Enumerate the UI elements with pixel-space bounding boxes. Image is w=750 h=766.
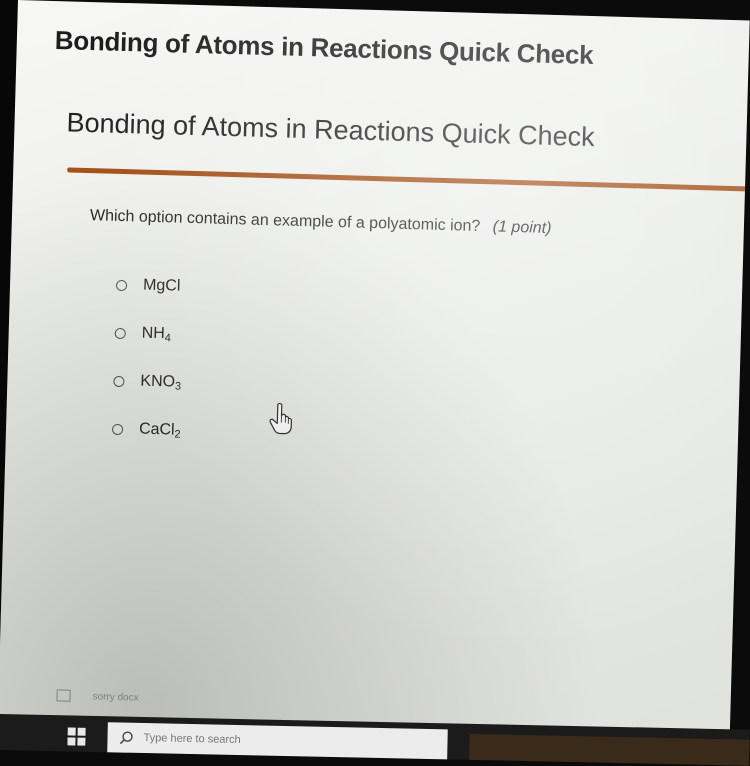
answer-label: KNO3 [140,372,181,392]
answer-option-mgcl[interactable]: MgCl [115,261,185,311]
answer-options: MgCl NH4 KNO3 CaCl2 [111,261,185,455]
windows-start-icon[interactable] [67,727,85,745]
document-icon [56,689,70,701]
taskbar-search-box[interactable]: Type here to search [107,722,448,759]
question-text: Which option contains an example of a po… [90,207,481,235]
radio-button[interactable] [113,375,124,386]
hand-pointer-icon [268,402,295,435]
radio-button[interactable] [115,327,126,338]
footer-note-text: sorry docx [92,691,138,703]
radio-button[interactable] [112,423,123,434]
answer-label: NH4 [141,324,171,344]
quiz-title: Bonding of Atoms in Reactions Quick Chec… [66,107,595,153]
answer-option-cacl2[interactable]: CaCl2 [111,405,181,455]
browser-viewport: Bonding of Atoms in Reactions Quick Chec… [0,0,750,755]
footer-note: sorry docx [56,689,138,703]
question-points: (1 point) [493,218,552,237]
radio-button[interactable] [116,279,127,290]
taskbar-search-placeholder: Type here to search [143,732,240,746]
answer-label: CaCl2 [139,420,181,440]
search-icon [119,731,133,745]
answer-label: MgCl [143,276,181,296]
question-prompt: Which option contains an example of a po… [90,207,552,238]
app-title: Bonding of Atoms in Reactions Quick Chec… [54,25,593,71]
answer-option-nh4[interactable]: NH4 [114,309,184,359]
title-divider [67,167,747,191]
answer-option-kno3[interactable]: KNO3 [113,357,183,407]
